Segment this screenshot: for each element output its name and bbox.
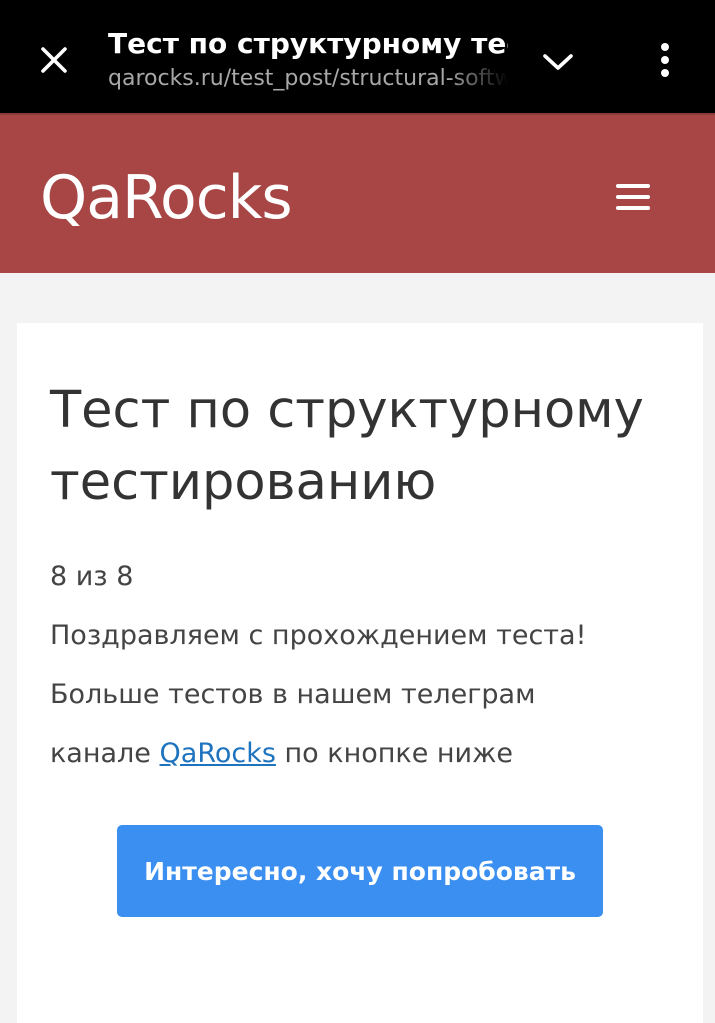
score-text: 8 из 8 xyxy=(50,561,134,592)
try-button[interactable]: Интересно, хочу попробовать xyxy=(117,825,603,917)
page-title: Тест по структурному тестированию xyxy=(50,381,644,512)
hamburger-icon[interactable] xyxy=(616,177,656,217)
result-card: Тест по структурному тестированию 8 из 8… xyxy=(17,323,703,1023)
telegram-line: канале QaRocks по кнопке ниже xyxy=(50,734,690,774)
site-header: QaRocks xyxy=(0,113,715,273)
telegram-prefix: канале xyxy=(50,738,160,769)
close-icon xyxy=(41,47,67,73)
page-url: qarocks.ru/test_post/structural-software… xyxy=(108,66,508,91)
telegram-link[interactable]: QaRocks xyxy=(160,738,276,769)
hamburger-line xyxy=(616,184,650,188)
browser-title-area[interactable]: Тест по структурному тестированию qarock… xyxy=(108,24,508,94)
page-tab-title: Тест по структурному тестированию xyxy=(108,27,508,60)
chevron-down-icon xyxy=(543,54,573,70)
hamburger-line xyxy=(616,206,650,210)
overflow-menu-button[interactable] xyxy=(645,38,685,82)
close-button[interactable] xyxy=(34,40,74,80)
expand-button[interactable] xyxy=(537,42,579,82)
hamburger-line xyxy=(616,195,650,199)
congrats-text: Поздравляем с прохождением теста! xyxy=(50,620,587,651)
browser-toolbar: Тест по структурному тестированию qarock… xyxy=(0,0,715,113)
more-tests-text: Больше тестов в нашем телеграм xyxy=(50,679,536,710)
telegram-suffix: по кнопке ниже xyxy=(275,738,514,769)
site-logo[interactable]: QaRocks xyxy=(40,163,293,233)
more-vert-icon xyxy=(661,43,669,77)
